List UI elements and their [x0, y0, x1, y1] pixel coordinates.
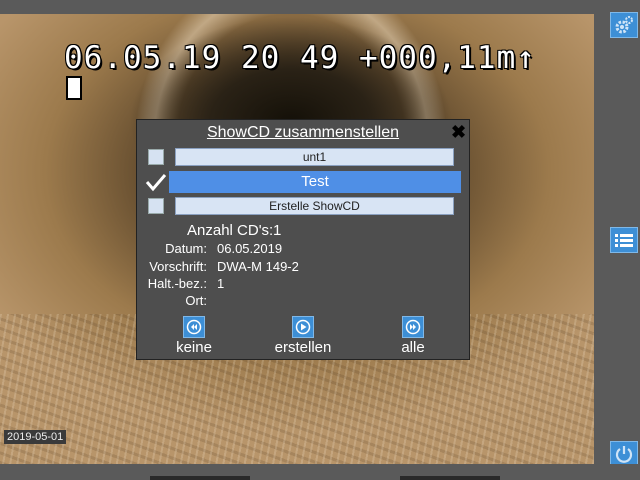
settings-button[interactable] — [610, 12, 638, 38]
field-label-haltung: Halt.-bez.: — [147, 276, 207, 291]
menu-button[interactable] — [610, 227, 638, 253]
alle-button[interactable] — [402, 316, 424, 338]
item-checkbox[interactable] — [148, 198, 164, 214]
dialog-title: ShowCD zusammenstellen — [206, 124, 400, 141]
field-label-datum: Datum: — [165, 241, 207, 256]
play-icon — [295, 319, 311, 335]
field-value-haltung: 1 — [217, 276, 225, 291]
item-button[interactable]: unt1 — [175, 148, 454, 166]
keine-button[interactable] — [183, 316, 205, 338]
cd-count-label: Anzahl CD's: — [187, 222, 274, 239]
bottom-strip — [0, 464, 640, 480]
field-value-vorschrift: DWA-M 149-2 — [217, 259, 299, 274]
item-button[interactable]: Erstelle ShowCD — [175, 197, 454, 215]
keine-label[interactable]: keine — [149, 339, 239, 356]
osd-cursor — [66, 76, 82, 100]
date-stamp: 2019-05-01 — [4, 430, 67, 444]
list-icon — [615, 234, 633, 247]
power-icon — [615, 446, 633, 463]
checkmark-icon[interactable] — [145, 172, 167, 192]
list-item[interactable]: Erstelle ShowCD — [137, 197, 469, 219]
list-item-selected[interactable]: Test — [137, 171, 469, 193]
erstellen-button[interactable] — [292, 316, 314, 338]
field-value-datum: 06.05.2019 — [217, 241, 283, 256]
close-icon[interactable]: ✖ — [451, 122, 466, 142]
item-button[interactable]: Test — [169, 171, 461, 193]
erstellen-label[interactable]: erstellen — [258, 339, 348, 356]
field-label-ort: Ort: — [185, 293, 207, 308]
item-checkbox[interactable] — [148, 149, 164, 165]
rewind-icon — [186, 319, 202, 335]
gears-icon — [615, 16, 633, 34]
field-label-vorschrift: Vorschrift: — [149, 259, 207, 274]
cd-count-value: 1 — [273, 222, 282, 239]
fast-forward-icon — [405, 319, 421, 335]
list-item[interactable]: unt1 — [137, 148, 469, 170]
showcd-dialog: ShowCD zusammenstellen ✖ unt1 Test Erste… — [136, 119, 470, 360]
osd-overlay-text: 06.05.19 20 49 +000,11m↑ — [64, 40, 536, 76]
alle-label[interactable]: alle — [368, 339, 458, 356]
